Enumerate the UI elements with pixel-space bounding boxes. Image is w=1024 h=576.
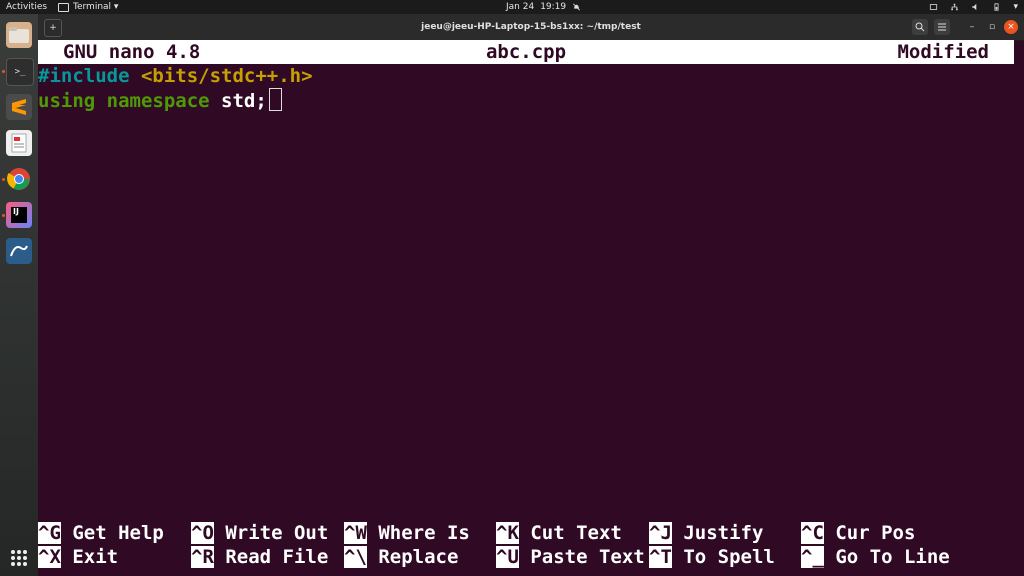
- active-indicator: [2, 214, 5, 217]
- screen-icon: [930, 4, 938, 10]
- shortcut-replace[interactable]: ^\ Replace: [344, 545, 458, 569]
- app-menu[interactable]: Terminal ▾: [58, 0, 118, 14]
- keyword-token: namespace: [95, 90, 210, 112]
- hamburger-menu-button[interactable]: [934, 19, 950, 35]
- terminal-icon[interactable]: >_: [6, 58, 34, 86]
- intellij-icon[interactable]: IJ: [6, 202, 32, 228]
- active-indicator: [2, 70, 5, 73]
- notifications-muted-icon: [573, 3, 581, 11]
- shortcut-write-out[interactable]: ^O Write Out: [191, 521, 328, 545]
- shortcut-go-to-line[interactable]: ^_ Go To Line: [801, 545, 950, 569]
- window-title: jeeu@jeeu-HP-Laptop-15-bs1xx: ~/tmp/test: [421, 22, 641, 32]
- text-cursor: [268, 88, 282, 111]
- active-indicator: [2, 178, 5, 181]
- search-button[interactable]: [912, 19, 928, 35]
- scrollbar[interactable]: [1014, 64, 1024, 576]
- files-icon[interactable]: [6, 22, 32, 48]
- identifier-token: std;: [209, 90, 267, 112]
- shortcut-read-file[interactable]: ^R Read File: [191, 545, 328, 569]
- shortcut-get-help[interactable]: ^G Get Help: [38, 521, 164, 545]
- battery-icon: [994, 3, 999, 11]
- chrome-icon[interactable]: [6, 166, 32, 192]
- keyword-token: using: [38, 90, 96, 112]
- code-line[interactable]: #include <bits/stdc++.h>: [38, 64, 313, 88]
- maximize-button[interactable]: ▫: [984, 19, 1000, 35]
- sublime-text-icon[interactable]: [6, 94, 32, 120]
- terminal-icon: [58, 2, 69, 12]
- dock: >_ IJ: [0, 14, 38, 576]
- system-menu-chevron-icon: ▾: [1013, 2, 1018, 12]
- shortcut-exit[interactable]: ^X Exit: [38, 545, 118, 569]
- shortcut-where-is[interactable]: ^W Where Is: [344, 521, 470, 545]
- title-bar[interactable]: + jeeu@jeeu-HP-Laptop-15-bs1xx: ~/tmp/te…: [38, 14, 1024, 41]
- preprocessor-token: #include: [38, 65, 130, 87]
- volume-icon: [972, 3, 977, 11]
- terminal-content[interactable]: GNU nano 4.8 abc.cpp Modified #include <…: [38, 40, 1024, 576]
- network-icon: [951, 3, 959, 11]
- time-label: 19:19: [540, 2, 567, 12]
- document-viewer-icon[interactable]: [6, 130, 32, 156]
- close-button[interactable]: ×: [1004, 20, 1018, 34]
- activities-button[interactable]: Activities: [6, 0, 47, 14]
- shortcut-justify[interactable]: ^J Justify: [649, 521, 763, 545]
- system-tray[interactable]: ▾: [929, 0, 1018, 14]
- shortcut-to-spell[interactable]: ^T To Spell: [649, 545, 775, 569]
- hamburger-icon: [938, 23, 946, 31]
- code-line[interactable]: using namespace std;: [38, 88, 282, 112]
- show-applications-icon[interactable]: [11, 550, 27, 566]
- nano-filename: abc.cpp: [485, 41, 567, 63]
- search-icon: [915, 22, 925, 32]
- mysql-workbench-icon[interactable]: [6, 238, 32, 264]
- nano-header: GNU nano 4.8 abc.cpp Modified: [38, 40, 1014, 64]
- clock[interactable]: Jan 24 19:19: [506, 0, 581, 14]
- shortcut-paste-text[interactable]: ^U Paste Text: [496, 545, 645, 569]
- app-menu-label: Terminal ▾: [73, 2, 119, 12]
- top-bar: Activities Terminal ▾ Jan 24 19:19 ▾: [0, 0, 1024, 14]
- shortcut-cut-text[interactable]: ^K Cut Text: [496, 521, 622, 545]
- minimize-button[interactable]: –: [964, 19, 980, 35]
- nano-shortcut-bar: ^G Get Help ^O Write Out ^W Where Is ^K …: [38, 521, 1014, 569]
- include-path-token: <bits/stdc++.h>: [129, 65, 313, 87]
- shortcut-cur-pos[interactable]: ^C Cur Pos: [801, 521, 915, 545]
- terminal-window: + jeeu@jeeu-HP-Laptop-15-bs1xx: ~/tmp/te…: [38, 14, 1024, 576]
- nano-modified-status: Modified: [897, 41, 989, 63]
- date-label: Jan 24: [506, 2, 535, 12]
